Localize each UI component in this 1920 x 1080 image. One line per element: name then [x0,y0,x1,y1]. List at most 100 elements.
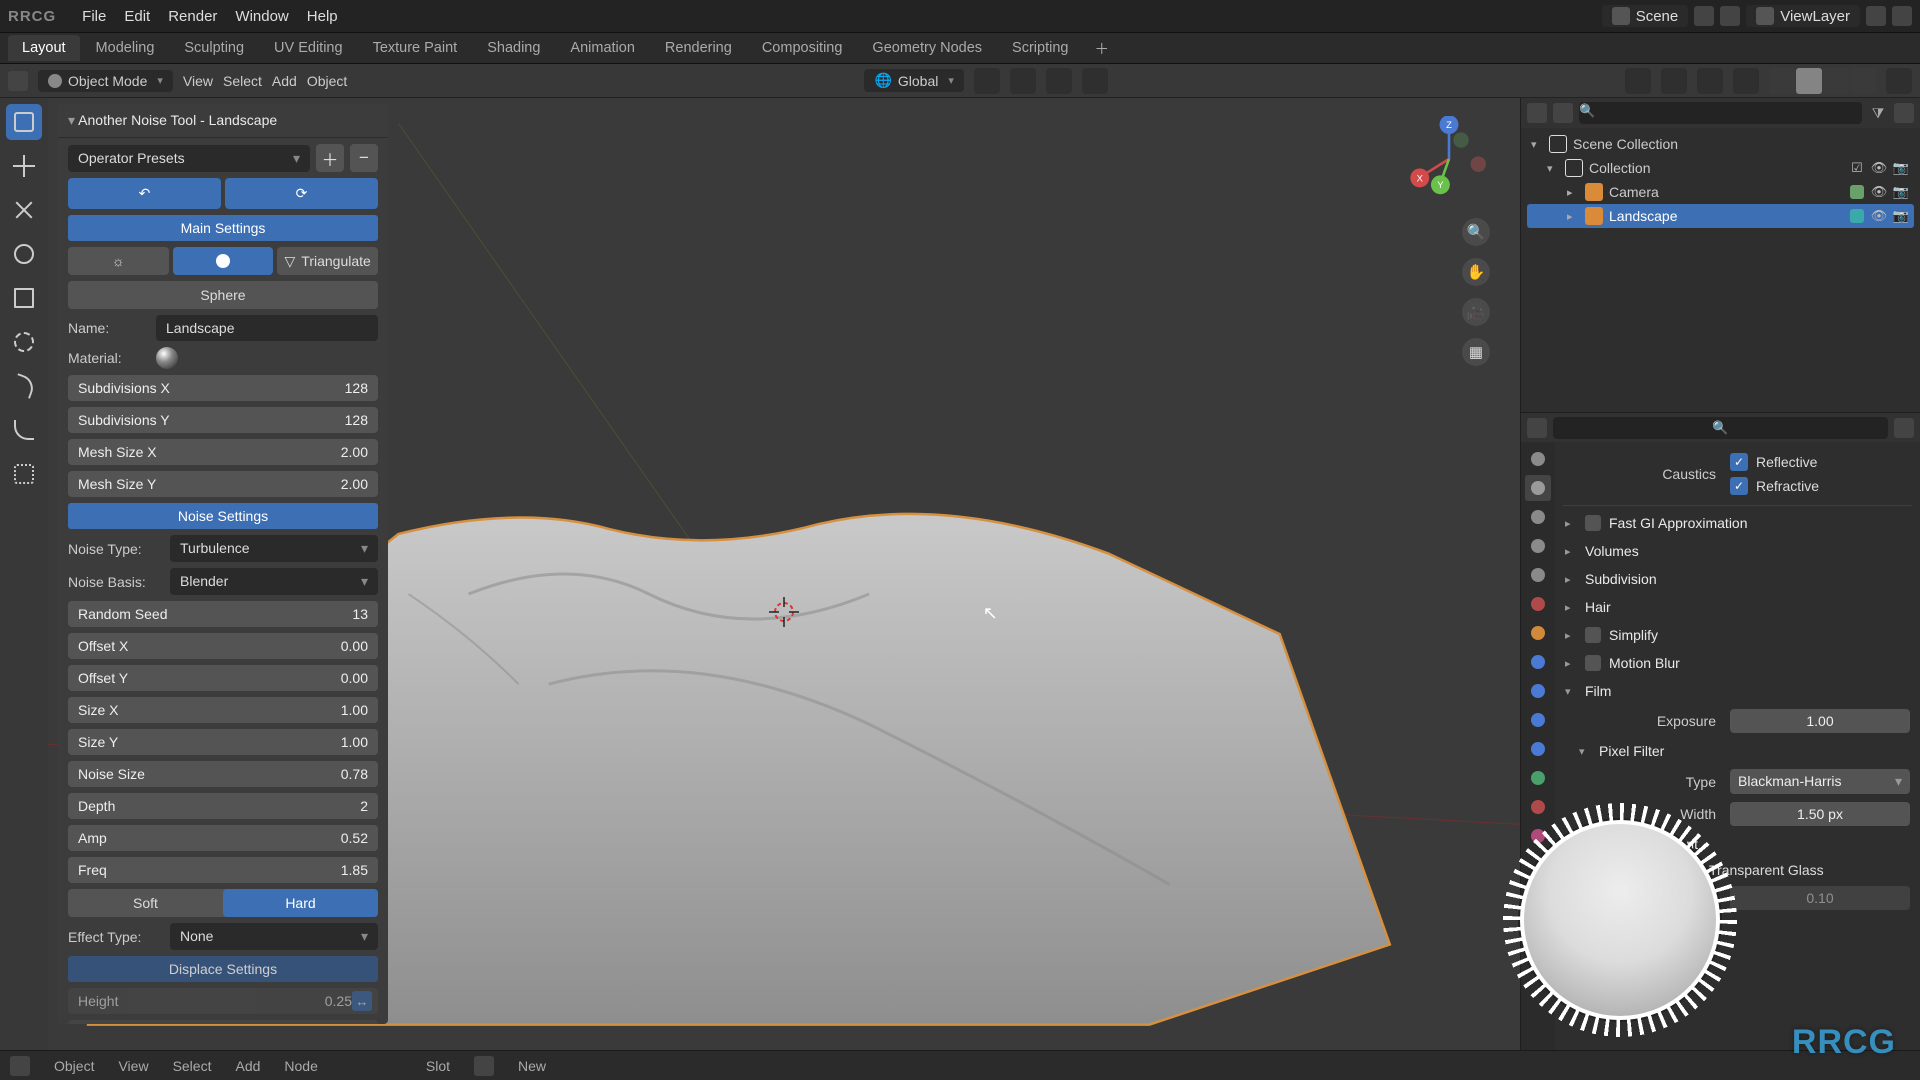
scene-field[interactable]: Scene [1602,5,1689,27]
tool-transform[interactable] [6,324,42,360]
properties-search[interactable]: 🔍 [1553,417,1888,439]
shading-dropdown[interactable] [1886,68,1912,94]
ptab-world[interactable] [1525,591,1551,617]
tree-scene-collection[interactable]: ▾ Scene Collection [1527,132,1914,156]
panel-pixel-filter[interactable]: ▾Pixel Filter [1563,737,1912,765]
roughness-value[interactable]: 0.10 [1730,886,1910,910]
freq[interactable]: Freq1.85 [68,857,378,883]
subdivisions-x[interactable]: Subdivisions X128 [68,375,378,401]
viewlayer-delete-icon[interactable] [1892,6,1912,26]
filter-width-value[interactable]: 1.50 px [1730,802,1910,826]
shade-toggle[interactable] [173,247,274,275]
overlay-dropdown[interactable] [1697,68,1723,94]
operator-title[interactable]: Another Noise Tool - Landscape [58,104,388,138]
properties-options-icon[interactable] [1894,418,1914,438]
tab-compositing[interactable]: Compositing [748,35,857,61]
subdivisions-y[interactable]: Subdivisions Y128 [68,407,378,433]
menu-render[interactable]: Render [168,8,217,25]
panel-volumes[interactable]: ▸Volumes [1563,537,1912,565]
xray-toggle[interactable] [1733,68,1759,94]
tab-shading[interactable]: Shading [473,35,554,61]
footer-node[interactable]: Node [284,1058,317,1074]
material-preview-icon[interactable] [156,347,178,369]
random-seed[interactable]: Random Seed13 [68,601,378,627]
mode-dropdown[interactable]: Object Mode [38,70,173,92]
render-toggle[interactable]: 📷 [1892,208,1910,224]
outliner-search[interactable]: 🔍 [1579,102,1862,124]
snap-dropdown[interactable] [1046,68,1072,94]
reflective-checkbox[interactable]: ✓ [1730,453,1748,471]
offset-x[interactable]: Offset X0.00 [68,633,378,659]
outliner-display-mode-icon[interactable] [1553,103,1573,123]
smooth-toggle[interactable]: ☼ [68,247,169,275]
orientation-dropdown[interactable]: 🌐 Global [864,69,963,92]
hide-toggle[interactable]: 👁 [1870,160,1888,176]
viewlayer-field[interactable]: ViewLayer [1746,5,1860,27]
ptab-viewlayer[interactable] [1525,533,1551,559]
tool-scale[interactable] [6,280,42,316]
tab-add-workspace[interactable]: ＋ [1084,33,1119,64]
outliner-new-collection-icon[interactable] [1894,103,1914,123]
tab-scripting[interactable]: Scripting [998,35,1082,61]
noise-size[interactable]: Noise Size0.78 [68,761,378,787]
viewport-menu-object[interactable]: Object [307,73,347,89]
nav-gizmo-icon[interactable]: Z X Y [1406,116,1492,202]
panel-motion-blur[interactable]: ▸Motion Blur [1563,649,1912,677]
proportional-edit-toggle[interactable] [1082,68,1108,94]
name-field[interactable]: Landscape [156,315,378,341]
triangulate-toggle[interactable]: ▽Triangulate [277,247,378,275]
effect-type-dropdown[interactable]: None [170,923,378,950]
editor-type-icon[interactable] [8,71,28,91]
menu-help[interactable]: Help [307,8,338,25]
gizmo-dropdown[interactable] [1661,68,1687,94]
height[interactable]: Height0.25 [68,988,378,1014]
offset[interactable]: Offset0.05 [68,1020,378,1024]
outliner-editor-icon[interactable] [1527,103,1547,123]
footer-new[interactable]: New [518,1058,546,1074]
amp[interactable]: Amp0.52 [68,825,378,851]
viewport-menu-add[interactable]: Add [272,73,297,89]
footer-material-icon[interactable] [474,1056,494,1076]
tool-annotate[interactable] [6,368,42,404]
size-y[interactable]: Size Y1.00 [68,729,378,755]
depth[interactable]: Depth2 [68,793,378,819]
panel-subdivision[interactable]: ▸Subdivision [1563,565,1912,593]
hide-toggle[interactable]: 👁 [1870,208,1888,224]
undo-button[interactable]: ↶ [68,178,221,209]
snap-toggle[interactable] [1010,68,1036,94]
ptab-physics[interactable] [1525,707,1551,733]
pan-icon[interactable]: ✋ [1462,258,1490,286]
viewport-menu-select[interactable]: Select [223,73,262,89]
soft-hard-toggle[interactable]: Soft Hard [68,889,378,917]
ptab-constraints[interactable] [1525,736,1551,762]
shading-matprev[interactable] [1823,68,1849,94]
tool-cursor[interactable] [6,148,42,184]
scene-new-icon[interactable] [1694,6,1714,26]
footer-add[interactable]: Add [235,1058,260,1074]
footer-editor-icon[interactable] [10,1056,30,1076]
tab-geometry-nodes[interactable]: Geometry Nodes [858,35,996,61]
tab-uv-editing[interactable]: UV Editing [260,35,357,61]
ptab-tool[interactable] [1525,446,1551,472]
ptab-object[interactable] [1525,620,1551,646]
tool-select-box[interactable] [6,104,42,140]
sphere-button[interactable]: Sphere [68,281,378,309]
outliner-filter-icon[interactable]: ⧩ [1868,103,1888,123]
tab-modeling[interactable]: Modeling [82,35,169,61]
footer-slot[interactable]: Slot [426,1058,450,1074]
tree-landscape[interactable]: ▸ Landscape 👁 📷 [1527,204,1914,228]
panel-film[interactable]: ▾Film [1563,677,1912,705]
exclude-toggle[interactable]: ☑ [1848,160,1866,176]
viewlayer-new-icon[interactable] [1866,6,1886,26]
tool-add-primitive[interactable] [6,456,42,492]
filter-type-dropdown[interactable]: Blackman-Harris▾ [1730,769,1910,794]
noise-type-dropdown[interactable]: Turbulence [170,535,378,562]
ptab-data[interactable] [1525,765,1551,791]
menu-window[interactable]: Window [235,8,288,25]
mesh-size-x[interactable]: Mesh Size X2.00 [68,439,378,465]
footer-select[interactable]: Select [173,1058,212,1074]
tab-texture-paint[interactable]: Texture Paint [359,35,472,61]
refresh-button[interactable]: ⟳ [225,178,378,209]
preset-remove-button[interactable]: − [350,144,378,172]
preset-add-button[interactable]: ＋ [316,144,344,172]
